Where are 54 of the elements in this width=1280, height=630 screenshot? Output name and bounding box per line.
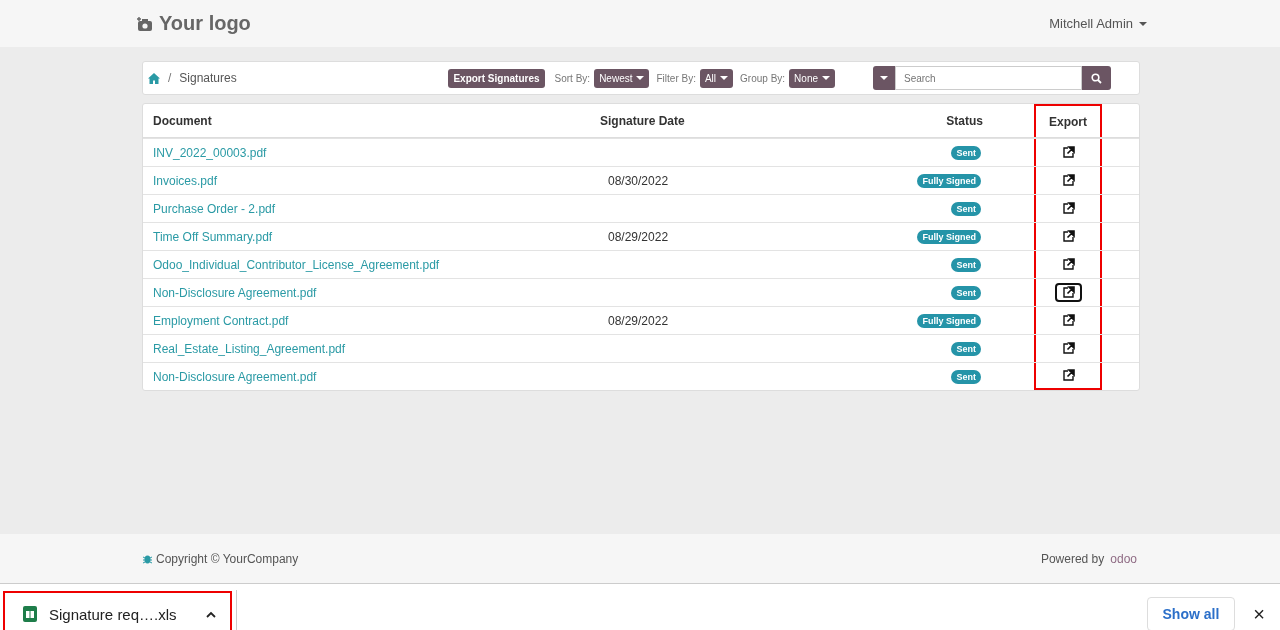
status-badge: Sent <box>951 341 981 356</box>
breadcrumb-separator: / <box>168 71 172 85</box>
signature-date: 08/30/2022 <box>608 173 669 188</box>
external-link-icon[interactable] <box>1054 283 1082 302</box>
user-menu[interactable]: Mitchell Admin <box>1049 16 1147 31</box>
sort-label: Sort By: <box>554 72 591 84</box>
document-link[interactable]: Time Off Summary.pdf <box>153 229 273 244</box>
chevron-up-icon[interactable] <box>206 610 216 618</box>
status-badge: Sent <box>951 285 981 300</box>
document-link[interactable]: Employment Contract.pdf <box>153 313 289 328</box>
sort-dropdown[interactable]: Newest <box>594 68 650 88</box>
status-badge: Fully Signed <box>917 173 981 188</box>
search-options-dropdown[interactable] <box>873 66 895 90</box>
document-link[interactable]: Purchase Order - 2.pdf <box>153 201 276 216</box>
signature-date: 08/29/2022 <box>608 229 669 244</box>
group-label: Group By: <box>740 72 786 84</box>
brand-logo-link[interactable]: odoo <box>1110 551 1137 566</box>
download-file-name: Signature req….xls <box>49 605 178 623</box>
camera-icon <box>137 16 153 31</box>
column-header: Export <box>1034 104 1102 137</box>
status-badge: Fully Signed <box>917 229 981 244</box>
document-link[interactable]: Real_Estate_Listing_Agreement.pdf <box>153 341 346 356</box>
status-badge: Sent <box>951 201 981 216</box>
search-icon <box>1091 72 1102 84</box>
document-link[interactable]: Non-Disclosure Agreement.pdf <box>153 285 317 300</box>
filter-dropdown[interactable]: All <box>699 68 734 88</box>
column-header: Signature Date <box>599 112 686 130</box>
document-link[interactable]: Odoo_Individual_Contributor_License_Agreement.pdf <box>153 257 440 272</box>
signature-date: 08/29/2022 <box>608 313 669 328</box>
status-badge: Sent <box>951 145 981 160</box>
column-header: Status <box>945 112 984 130</box>
home-icon[interactable] <box>148 72 160 84</box>
bug-icon <box>142 553 153 564</box>
group-dropdown[interactable]: None <box>789 68 835 88</box>
show-all-button[interactable]: Show all <box>1146 597 1236 630</box>
export-signatures-button[interactable]: Export Signatures <box>448 68 545 88</box>
status-badge: Sent <box>951 257 981 272</box>
powered-by-text: Powered by <box>1040 551 1105 566</box>
search-button[interactable] <box>1082 66 1111 90</box>
close-button[interactable]: × <box>1247 601 1271 627</box>
document-link[interactable]: Invoices.pdf <box>153 173 218 188</box>
status-badge: Sent <box>951 369 981 384</box>
filter-label: Filter By: <box>656 72 696 84</box>
search-field[interactable]: Search <box>895 66 1082 90</box>
logo-text: Your logo <box>159 12 251 35</box>
document-link[interactable]: INV_2022_00003.pdf <box>153 145 267 160</box>
spreadsheet-file-icon <box>23 606 37 622</box>
status-badge: Fully Signed <box>917 313 981 328</box>
document-link[interactable]: Non-Disclosure Agreement.pdf <box>153 369 317 384</box>
copyright-text: Copyright © YourCompany <box>156 551 299 566</box>
breadcrumb-current: Signatures <box>179 71 237 85</box>
caret-icon <box>1139 21 1147 26</box>
column-header: Document <box>152 112 213 130</box>
download-item[interactable]: Signature req….xls <box>3 590 232 630</box>
